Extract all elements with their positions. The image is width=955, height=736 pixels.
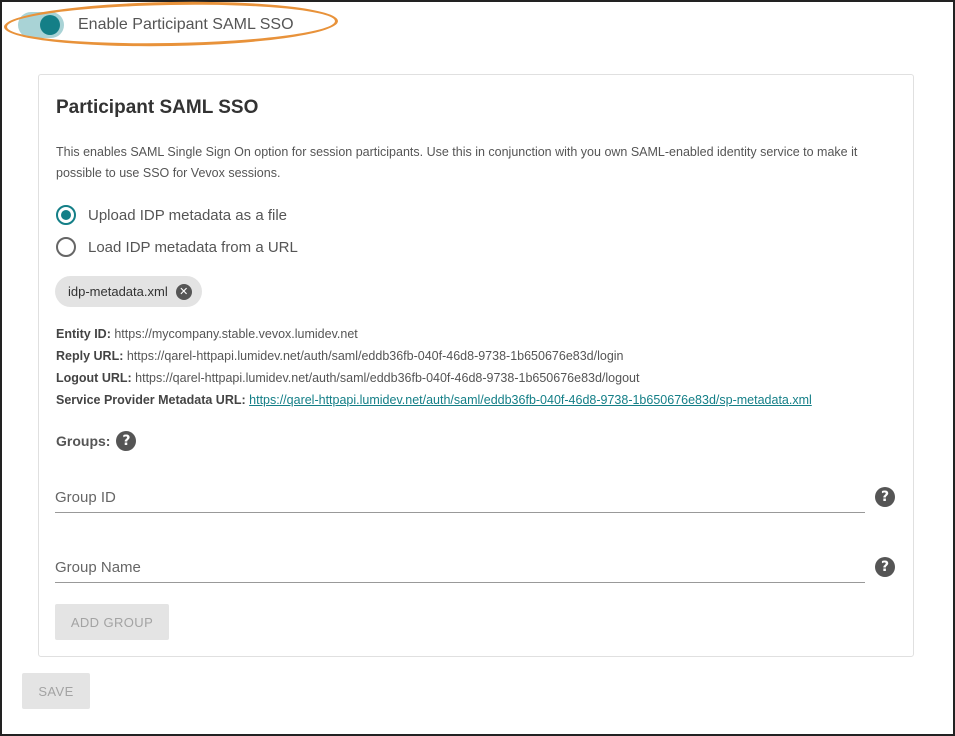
logout-url-label: Logout URL: [56, 371, 132, 385]
radio-button-unchecked[interactable] [56, 237, 76, 257]
help-icon[interactable]: ? [875, 487, 895, 507]
groups-label: Groups: [56, 433, 111, 449]
save-button[interactable]: SAVE [22, 673, 90, 709]
card-description: This enables SAML Single Sign On option … [56, 145, 858, 180]
enable-saml-toggle-row[interactable]: Enable Participant SAML SSO [18, 10, 294, 40]
file-chip-label: idp-metadata.xml [68, 284, 168, 299]
radio-load-url[interactable]: Load IDP metadata from a URL [56, 237, 298, 257]
radio-upload-label: Upload IDP metadata as a file [88, 206, 288, 224]
radio-upload-file[interactable]: Upload IDP metadata as a file [56, 205, 287, 225]
enable-saml-toggle[interactable] [18, 12, 64, 38]
group-id-field[interactable] [55, 483, 865, 513]
group-name-input[interactable] [55, 553, 865, 582]
sp-metadata-line: Service Provider Metadata URL: https://q… [56, 393, 812, 407]
file-chip: idp-metadata.xml ✕ [55, 276, 202, 307]
entity-id-value: https://mycompany.stable.vevox.lumidev.n… [114, 327, 358, 341]
sp-metadata-label: Service Provider Metadata URL: [56, 393, 246, 407]
reply-url-line: Reply URL: https://qarel-httpapi.lumidev… [56, 349, 624, 363]
help-icon[interactable]: ? [875, 557, 895, 577]
sp-metadata-link[interactable]: https://qarel-httpapi.lumidev.net/auth/s… [249, 393, 812, 407]
group-id-input[interactable] [55, 483, 865, 512]
reply-url-value: https://qarel-httpapi.lumidev.net/auth/s… [126, 349, 624, 363]
entity-id-label: Entity ID: [56, 327, 111, 341]
toggle-knob [40, 15, 60, 35]
group-name-field[interactable] [55, 553, 865, 583]
groups-heading: Groups: ? [56, 431, 137, 451]
logout-url-line: Logout URL: https://qarel-httpapi.lumide… [56, 371, 639, 385]
radio-url-label: Load IDP metadata from a URL [88, 238, 298, 256]
enable-saml-label: Enable Participant SAML SSO [78, 16, 294, 33]
reply-url-label: Reply URL: [56, 349, 124, 363]
help-icon[interactable]: ? [116, 431, 137, 451]
entity-id-line: Entity ID: https://mycompany.stable.vevo… [56, 327, 358, 341]
close-circle-icon[interactable]: ✕ [175, 283, 192, 300]
card-title: Participant SAML SSO [56, 97, 259, 118]
saml-settings-card: Participant SAML SSO This enables SAML S… [38, 74, 914, 657]
add-group-button[interactable]: ADD GROUP [55, 604, 169, 640]
radio-button-checked[interactable] [56, 205, 76, 225]
logout-url-value: https://qarel-httpapi.lumidev.net/auth/s… [135, 371, 640, 385]
